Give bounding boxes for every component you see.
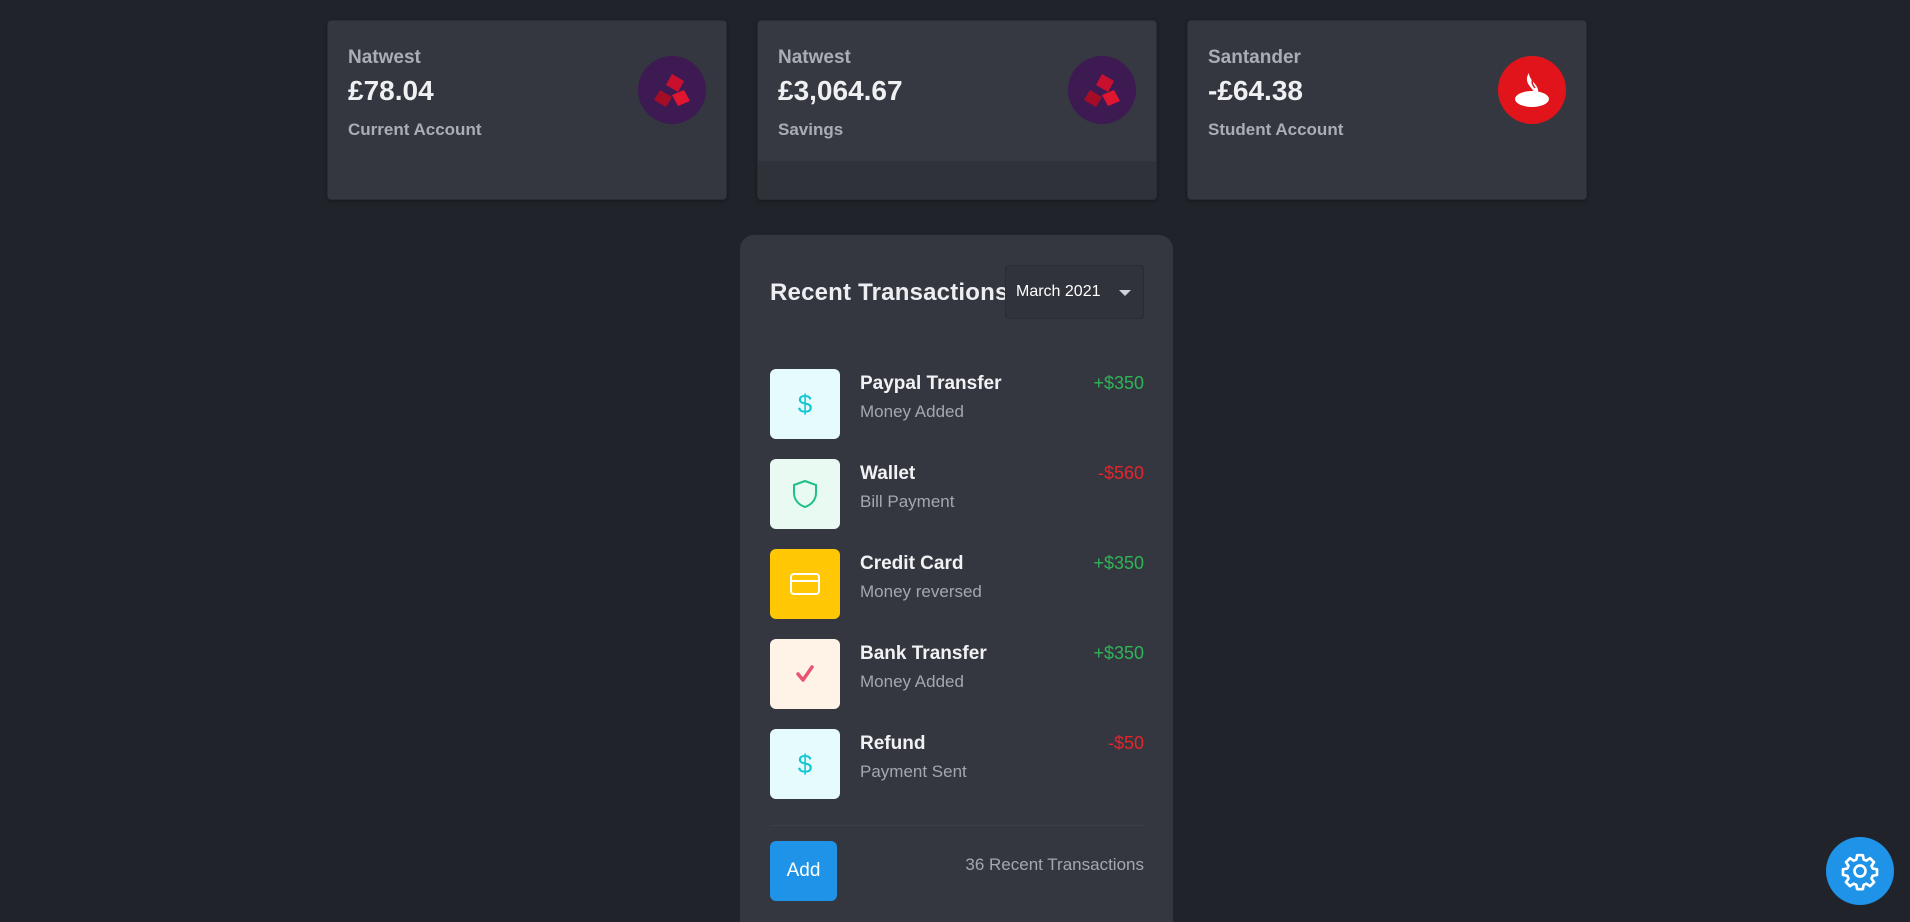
transaction-subtitle: Payment Sent bbox=[860, 762, 967, 781]
check-icon bbox=[770, 639, 840, 709]
month-select[interactable]: March 2021 bbox=[1005, 265, 1144, 319]
account-bank-name: Natwest bbox=[778, 47, 851, 68]
transaction-subtitle: Money Added bbox=[860, 402, 964, 421]
transaction-amount: +$350 bbox=[1093, 643, 1144, 663]
panel-title: Recent Transactions bbox=[770, 279, 1009, 306]
transaction-subtitle: Money reversed bbox=[860, 582, 982, 601]
transaction-list: $ Paypal Transfer Money Added +$350 Wall… bbox=[770, 369, 1144, 819]
transaction-subtitle: Bill Payment bbox=[860, 492, 955, 511]
transaction-amount: +$350 bbox=[1093, 553, 1144, 573]
transaction-name: Paypal Transfer bbox=[860, 373, 1002, 394]
gear-icon bbox=[1841, 853, 1879, 891]
account-type: Current Account bbox=[348, 120, 482, 139]
add-button[interactable]: Add bbox=[770, 841, 837, 901]
transaction-name: Credit Card bbox=[860, 553, 964, 574]
list-item[interactable]: Credit Card Money reversed +$350 bbox=[770, 549, 1144, 619]
account-balance: £3,064.67 bbox=[778, 75, 903, 106]
account-card-natwest-savings[interactable]: Natwest £3,064.67 Savings bbox=[757, 20, 1157, 200]
transaction-amount: -$560 bbox=[1097, 463, 1144, 483]
svg-text:$: $ bbox=[798, 389, 813, 419]
list-item[interactable]: $ Paypal Transfer Money Added +$350 bbox=[770, 369, 1144, 439]
account-card-santander-student[interactable]: Santander -£64.38 Student Account bbox=[1187, 20, 1587, 200]
dollar-icon: $ bbox=[770, 729, 840, 799]
svg-text:$: $ bbox=[798, 749, 813, 779]
natwest-logo-icon bbox=[1068, 56, 1136, 124]
account-balance: -£64.38 bbox=[1208, 75, 1303, 106]
shield-icon bbox=[770, 459, 840, 529]
transaction-name: Refund bbox=[860, 733, 926, 754]
account-balance: £78.04 bbox=[348, 75, 434, 106]
list-item[interactable]: $ Refund Payment Sent -$50 bbox=[770, 729, 1144, 799]
account-bank-name: Santander bbox=[1208, 47, 1301, 68]
transaction-amount: +$350 bbox=[1093, 373, 1144, 393]
list-item[interactable]: Wallet Bill Payment -$560 bbox=[770, 459, 1144, 529]
recent-transactions-panel: Recent Transactions March 2021 $ Paypal … bbox=[740, 235, 1173, 922]
natwest-logo-icon bbox=[638, 56, 706, 124]
settings-button[interactable] bbox=[1826, 837, 1894, 905]
transaction-amount: -$50 bbox=[1107, 733, 1144, 753]
list-item[interactable]: Bank Transfer Money Added +$350 bbox=[770, 639, 1144, 709]
account-cards: Natwest £78.04 Current Account Natwest £… bbox=[327, 20, 1587, 200]
chevron-down-icon bbox=[1119, 290, 1131, 296]
credit-card-icon bbox=[770, 549, 840, 619]
recent-transactions-count: 36 Recent Transactions bbox=[965, 855, 1144, 874]
divider bbox=[770, 825, 1144, 826]
account-type: Student Account bbox=[1208, 120, 1344, 139]
transaction-name: Wallet bbox=[860, 463, 916, 484]
dollar-icon: $ bbox=[770, 369, 840, 439]
month-select-value: March 2021 bbox=[1016, 283, 1101, 300]
account-type: Savings bbox=[778, 120, 844, 139]
transaction-name: Bank Transfer bbox=[860, 643, 987, 664]
account-card-natwest-current[interactable]: Natwest £78.04 Current Account bbox=[327, 20, 727, 200]
dashboard-page: Natwest £78.04 Current Account Natwest £… bbox=[0, 0, 1910, 922]
transaction-subtitle: Money Added bbox=[860, 672, 964, 691]
account-bank-name: Natwest bbox=[348, 47, 421, 68]
santander-logo-icon bbox=[1498, 56, 1566, 124]
